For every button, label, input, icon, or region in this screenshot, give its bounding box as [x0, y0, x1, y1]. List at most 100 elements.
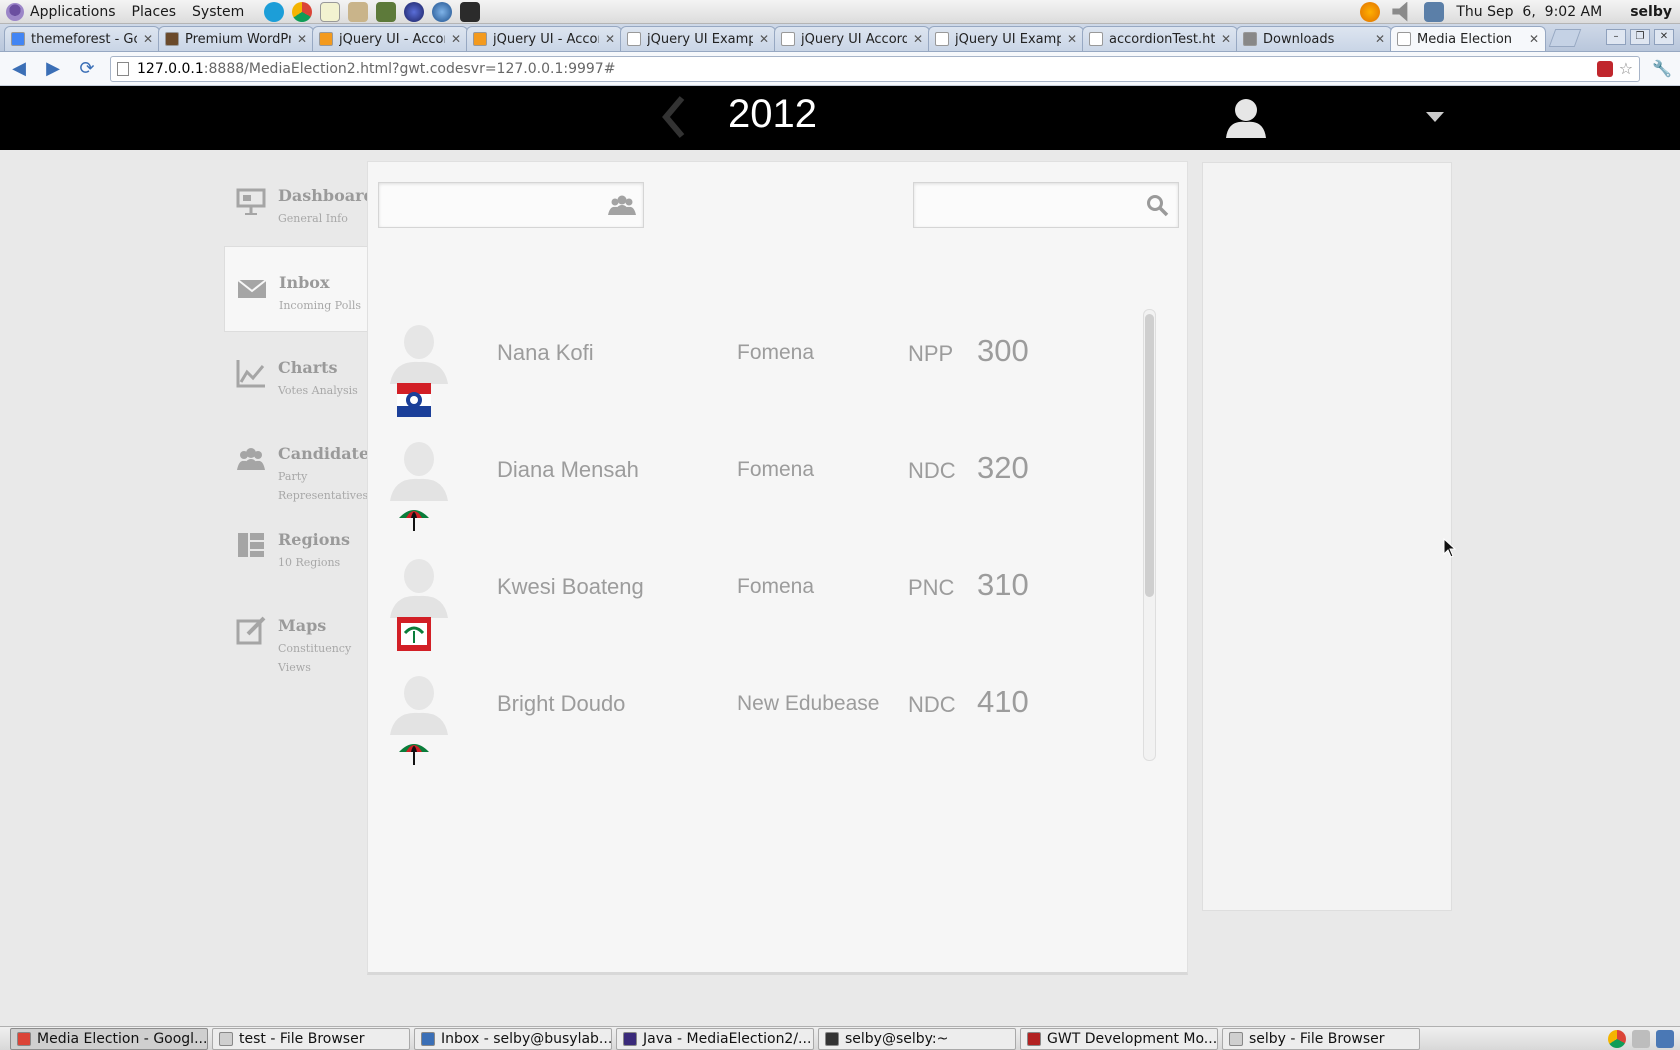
text-editor-icon[interactable]	[320, 1, 341, 22]
taskbar-window-button[interactable]: selby - File Browser	[1222, 1027, 1420, 1050]
nav-inbox-subtitle: Incoming Polls	[279, 299, 362, 312]
candidate-party: NPP	[908, 341, 954, 366]
taskbar-window-button[interactable]: Inbox - selby@busylab...	[414, 1027, 612, 1050]
terminal-icon[interactable]	[460, 1, 481, 22]
workspace-icon[interactable]	[1632, 1029, 1650, 1048]
menu-system[interactable]: System	[192, 4, 244, 20]
list-scrollbar[interactable]	[1143, 309, 1156, 761]
taskbar-window-button[interactable]: test - File Browser	[212, 1027, 410, 1050]
minimize-icon[interactable]: –	[1606, 29, 1626, 45]
tab-label: jQuery UI Exampl	[647, 31, 753, 47]
nav-candidates-title: Candidates	[278, 444, 379, 463]
taskbar-window-button[interactable]: Java - MediaElection2/...	[616, 1027, 814, 1050]
clock[interactable]: Thu Sep 6, 9:02 AM	[1456, 4, 1602, 20]
browser-tab[interactable]: jQuery UI Accord ✕	[774, 26, 930, 51]
browser-tab[interactable]: jQuery UI Exampl ✕	[620, 26, 776, 51]
maximize-icon[interactable]: ❐	[1630, 29, 1650, 45]
group-people-icon[interactable]	[607, 191, 637, 219]
tab-close-icon[interactable]: ✕	[913, 32, 923, 46]
network-icon[interactable]	[1424, 1, 1445, 22]
back-icon[interactable]: ◀	[8, 58, 30, 79]
nav-candidates[interactable]: Candidates Party Representatives	[224, 418, 378, 504]
previous-year-icon[interactable]	[660, 94, 688, 140]
list-item[interactable]: Nana Kofi Fomena NPP 300	[386, 310, 1116, 427]
search-input[interactable]	[914, 183, 1178, 227]
thunderbird-icon[interactable]	[432, 1, 453, 22]
gnome-foot-icon[interactable]	[6, 2, 24, 21]
browser-tab[interactable]: themeforest - Goo ✕	[4, 26, 160, 51]
nav-charts-subtitle: Votes Analysis	[278, 384, 358, 397]
nav-charts[interactable]: Charts Votes Analysis	[224, 332, 368, 418]
candidate-votes: 300	[977, 333, 1029, 368]
browser-tab[interactable]: jQuery UI Examp ✕	[928, 26, 1084, 51]
tab-label: Premium WordPr	[185, 31, 291, 47]
tab-close-icon[interactable]: ✕	[143, 32, 153, 46]
nav-maps[interactable]: Maps Constituency Views	[224, 590, 368, 676]
browser-tab[interactable]: accordionTest.htm ✕	[1082, 26, 1238, 51]
taskbar-window-button[interactable]: GWT Development Mo...	[1020, 1027, 1218, 1050]
taskbar-window-button[interactable]: Media Election - Googl...	[10, 1027, 208, 1050]
tab-close-icon[interactable]: ✕	[605, 32, 615, 46]
tab-label: jQuery UI Examp	[955, 31, 1061, 47]
user-avatar-icon[interactable]	[1224, 96, 1268, 140]
bookmark-star-icon[interactable]: ☆	[1619, 59, 1633, 78]
menu-applications[interactable]: Applications	[30, 4, 116, 20]
browser-tab[interactable]: Premium WordPr ✕	[158, 26, 314, 51]
tab-close-icon[interactable]: ✕	[759, 32, 769, 46]
candidate-photo	[386, 318, 452, 384]
list-item[interactable]: Diana Mensah Fomena NDC 320	[386, 427, 1116, 544]
tab-close-icon[interactable]: ✕	[1529, 32, 1539, 46]
browser-tab[interactable]: Downloads ✕	[1236, 26, 1392, 51]
candidate-name: Bright Doudo	[497, 691, 626, 716]
window-app-icon	[1229, 1031, 1243, 1046]
nav-inbox[interactable]: Inbox Incoming Polls	[224, 246, 368, 332]
taskbar-window-label: Java - MediaElection2/...	[643, 1030, 812, 1047]
list-item[interactable]: Bright Doudo New Edubease NDC 410	[386, 661, 1116, 778]
search-icon[interactable]	[1142, 191, 1172, 219]
eclipse-icon[interactable]	[404, 1, 425, 22]
list-item[interactable]: Kwesi Boateng Fomena PNC 310	[386, 544, 1116, 661]
nav-regions[interactable]: Regions 10 Regions	[224, 504, 368, 590]
tab-close-icon[interactable]: ✕	[1375, 32, 1385, 46]
tab-close-icon[interactable]: ✕	[1067, 32, 1077, 46]
show-desktop-icon[interactable]	[1656, 1029, 1674, 1048]
chrome-icon[interactable]	[292, 1, 313, 22]
browser-tab[interactable]: jQuery UI - Accor ✕	[466, 26, 622, 51]
candidate-photo	[386, 552, 452, 618]
year-title: 2012	[728, 92, 817, 136]
browser-toolbar: ◀ ▶ ⟳ 127.0.0.1:8888/MediaElection2.html…	[0, 52, 1680, 86]
user-menu-dropdown-icon[interactable]	[1426, 112, 1444, 122]
ndc-umbrella-icon	[399, 510, 429, 531]
browser-tab[interactable]: jQuery UI - Accor ✕	[312, 26, 468, 51]
reload-icon[interactable]: ⟳	[76, 58, 98, 79]
wrench-menu-icon[interactable]: 🔧	[1652, 59, 1672, 78]
extension-icon[interactable]	[1596, 60, 1613, 77]
forward-icon[interactable]: ▶	[42, 58, 64, 79]
taskbar-window-button[interactable]: selby@selby:~	[818, 1027, 1016, 1050]
volume-icon[interactable]	[1392, 1, 1408, 22]
favicon-icon	[935, 32, 949, 46]
tab-close-icon[interactable]: ✕	[297, 32, 307, 46]
skype-icon[interactable]	[264, 1, 285, 22]
scrollbar-thumb[interactable]	[1145, 314, 1154, 597]
candidate-party: NDC	[908, 692, 956, 717]
close-window-icon[interactable]: ✕	[1654, 29, 1674, 45]
nav-maps-subtitle: Constituency Views	[278, 642, 352, 674]
candidate-photo	[386, 435, 452, 501]
tab-label: jQuery UI - Accor	[339, 31, 445, 47]
update-notifier-icon[interactable]	[1360, 1, 1381, 22]
chrome-icon[interactable]	[1608, 1029, 1626, 1048]
address-bar[interactable]: 127.0.0.1:8888/MediaElection2.html?gwt.c…	[110, 55, 1641, 82]
calculator-icon[interactable]	[376, 1, 397, 22]
group-people-icon	[237, 448, 265, 470]
user-name[interactable]: selby	[1630, 4, 1672, 20]
archive-icon[interactable]	[348, 1, 369, 22]
browser-tab[interactable]: Media Election ✕	[1390, 26, 1546, 51]
tab-close-icon[interactable]: ✕	[1221, 32, 1231, 46]
nav-dashboard[interactable]: Dashboard General Info	[224, 160, 375, 246]
menu-places[interactable]: Places	[132, 4, 177, 20]
nav-dashboard-title: Dashboard	[278, 186, 375, 205]
new-tab-button[interactable]	[1548, 29, 1582, 47]
tab-close-icon[interactable]: ✕	[451, 32, 461, 46]
candidate-filter-input[interactable]	[379, 183, 643, 227]
